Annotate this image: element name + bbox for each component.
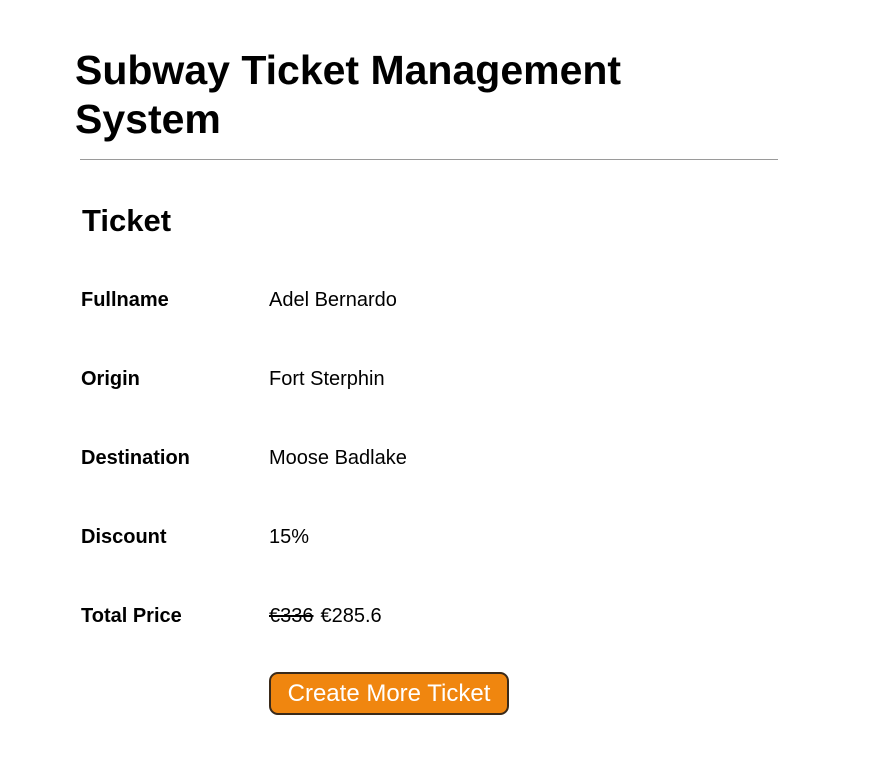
- total-price-row: Total Price €336 €285.6: [0, 601, 877, 631]
- discount-row: Discount 15%: [0, 522, 877, 552]
- discount-label: Discount: [81, 526, 167, 548]
- destination-value: Moose Badlake: [269, 447, 407, 469]
- fullname-row: Fullname Adel Bernardo: [0, 285, 877, 315]
- header-divider: [80, 159, 778, 160]
- total-price-value: €336 €285.6: [269, 601, 382, 631]
- create-more-ticket-button[interactable]: Create More Ticket: [269, 672, 509, 715]
- original-price: €336: [269, 605, 314, 627]
- destination-row: Destination Moose Badlake: [0, 443, 877, 473]
- destination-label: Destination: [81, 447, 190, 469]
- page: Subway Ticket Management System Ticket F…: [0, 0, 877, 777]
- discount-value: 15%: [269, 526, 310, 548]
- origin-label: Origin: [81, 368, 140, 390]
- total-price-label: Total Price: [81, 605, 182, 627]
- fullname-value: Adel Bernardo: [269, 289, 397, 311]
- ticket-heading: Ticket: [82, 203, 172, 238]
- fullname-label: Fullname: [81, 289, 169, 311]
- page-title: Subway Ticket Management System: [75, 47, 622, 142]
- origin-value: Fort Sterphin: [269, 368, 385, 390]
- origin-row: Origin Fort Sterphin: [0, 364, 877, 394]
- discounted-price: €285.6: [320, 605, 382, 627]
